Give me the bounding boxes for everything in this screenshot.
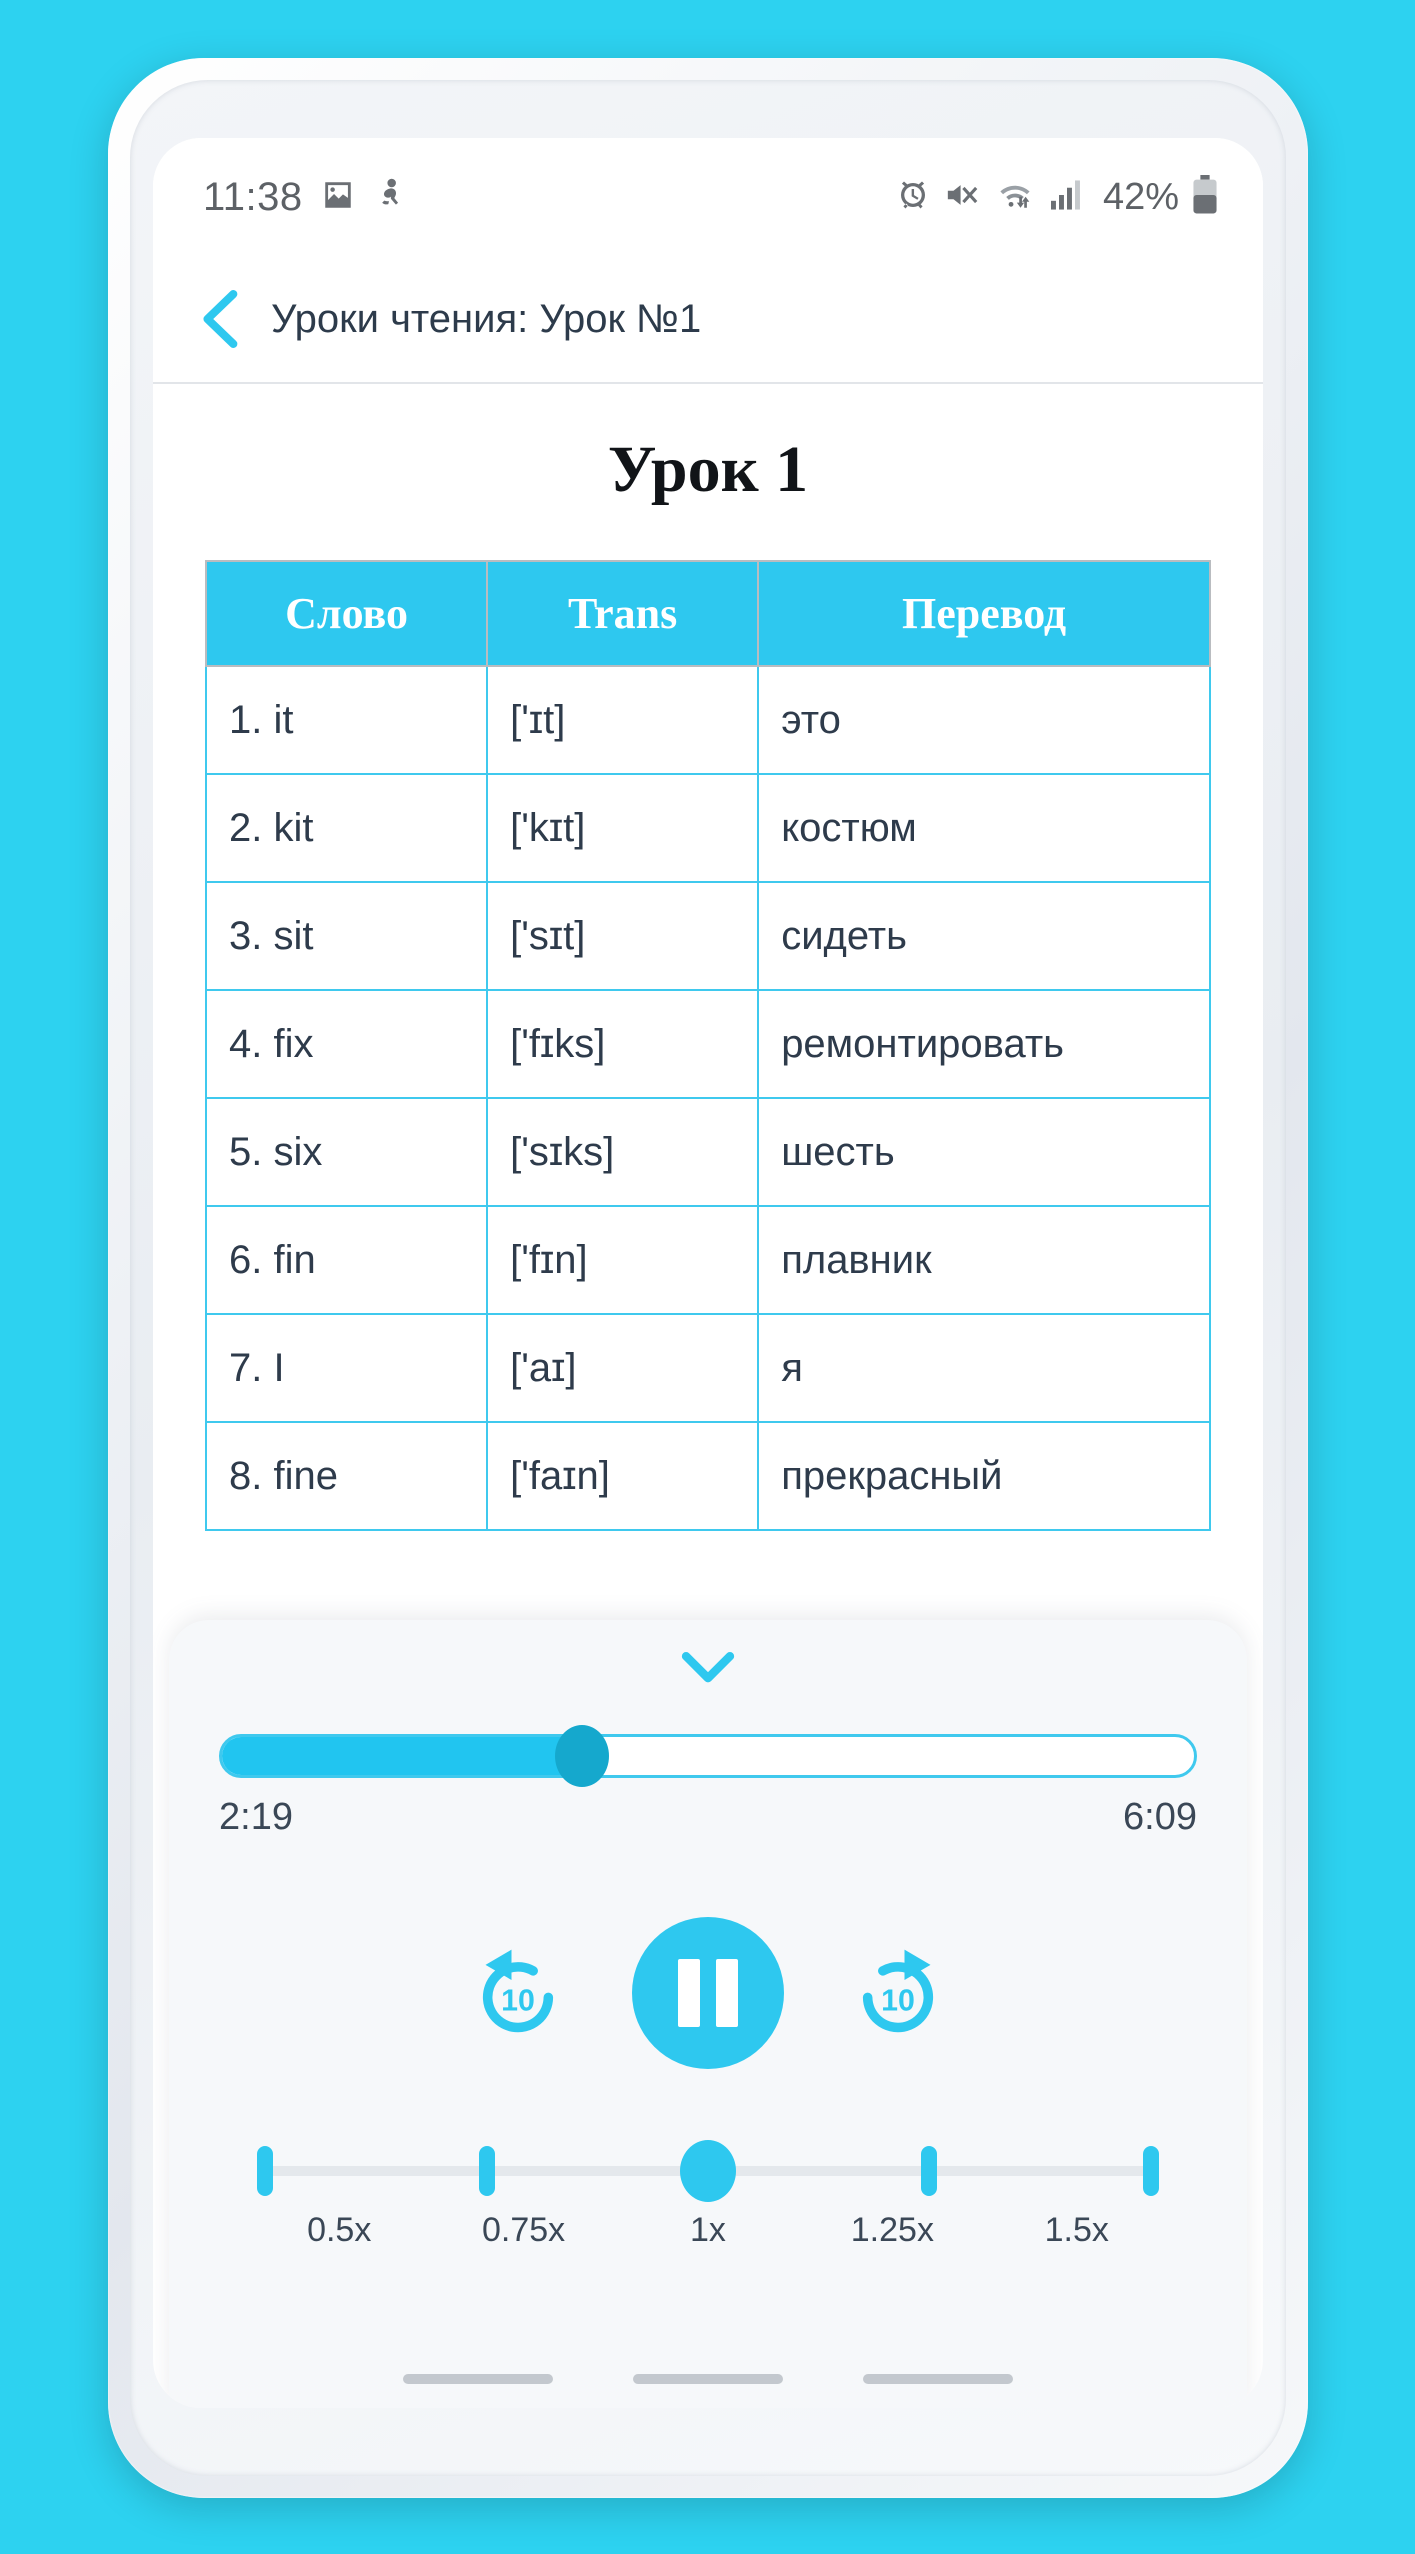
table-row[interactable]: 8. fine ['faɪn] прекрасный — [204, 1421, 1211, 1531]
system-navigation-bar — [169, 2374, 1247, 2384]
play-pause-button[interactable] — [632, 1917, 784, 2069]
cell-translation: ремонтировать — [757, 989, 1211, 1099]
speed-option-0[interactable]: 0.5x — [247, 2211, 431, 2250]
audio-player-sheet: 2:19 6:09 10 10 0.5x 0.75x 1x 1.25x 1.5x — [169, 1620, 1247, 2408]
running-person-icon — [373, 177, 405, 218]
cell-trans: ['kɪt] — [486, 773, 760, 883]
speed-tick-1.5x[interactable] — [1142, 2146, 1159, 2196]
wifi-icon — [993, 178, 1037, 217]
replay-seconds-label: 10 — [501, 1984, 535, 2017]
cell-translation: шесть — [757, 1097, 1211, 1207]
cell-trans: ['faɪn] — [486, 1421, 760, 1531]
speed-knob[interactable] — [680, 2140, 736, 2202]
column-header-translation: Перевод — [757, 560, 1211, 667]
forward-10-icon[interactable]: 10 — [846, 1941, 950, 2045]
nav-recents-button[interactable] — [403, 2374, 553, 2384]
speed-tick-1.25x[interactable] — [921, 2146, 938, 2196]
chevron-left-icon[interactable] — [195, 288, 241, 350]
alarm-icon — [895, 177, 931, 218]
lesson-heading: Урок 1 — [607, 433, 809, 506]
cell-word: 1. it — [204, 665, 489, 775]
speed-option-4[interactable]: 1.5x — [985, 2211, 1169, 2250]
phone-screen: 11:38 42% Уроки чтения: Урок №1 Урок 1 С… — [153, 138, 1263, 2408]
progress-fill — [222, 1737, 582, 1775]
collapse-handle[interactable] — [219, 1620, 1197, 1716]
table-row[interactable]: 1. it ['ɪt] это — [204, 665, 1211, 775]
table-row[interactable]: 3. sit ['sɪt] сидеть — [204, 881, 1211, 991]
time-row: 2:19 6:09 — [219, 1796, 1197, 1839]
cell-translation: костюм — [757, 773, 1211, 883]
battery-icon — [1191, 174, 1219, 220]
replay-10-icon[interactable]: 10 — [466, 1941, 570, 2045]
speed-tick-0.75x[interactable] — [478, 2146, 495, 2196]
speed-control: 0.5x 0.75x 1x 1.25x 1.5x — [219, 2140, 1197, 2250]
cell-word: 2. kit — [204, 773, 489, 883]
cell-trans: ['sɪks] — [486, 1097, 760, 1207]
word-table-body: 1. it ['ɪt] это 2. kit ['kɪt] костюм 3. … — [204, 665, 1211, 1531]
speed-tick-0.5x[interactable] — [257, 2146, 274, 2196]
cell-translation: это — [757, 665, 1211, 775]
chevron-down-icon[interactable] — [681, 1651, 735, 1685]
phone-frame: 11:38 42% Уроки чтения: Урок №1 Урок 1 С… — [108, 58, 1308, 2498]
speed-slider[interactable] — [247, 2140, 1169, 2202]
pause-bar-left — [678, 1959, 700, 2027]
cell-word: 8. fine — [204, 1421, 489, 1531]
table-header-row: Слово Trans Перевод — [204, 560, 1211, 667]
speed-option-3[interactable]: 1.25x — [800, 2211, 984, 2250]
cell-trans: ['fɪn] — [486, 1205, 760, 1315]
cell-trans: ['ɪt] — [486, 665, 760, 775]
nav-back-button[interactable] — [863, 2374, 1013, 2384]
cell-translation: прекрасный — [757, 1421, 1211, 1531]
table-row[interactable]: 5. six ['sɪks] шесть — [204, 1097, 1211, 1207]
status-bar-right: 42% — [895, 174, 1219, 220]
cell-word: 3. sit — [204, 881, 489, 991]
status-bar-left: 11:38 — [203, 175, 405, 220]
playback-controls: 10 10 — [219, 1917, 1197, 2069]
image-icon — [321, 178, 355, 217]
progress-slider[interactable] — [219, 1725, 1197, 1787]
cell-translation: плавник — [757, 1205, 1211, 1315]
table-row[interactable]: 2. kit ['kɪt] костюм — [204, 773, 1211, 883]
signal-icon — [1049, 179, 1085, 216]
word-table-container: Слово Trans Перевод 1. it ['ɪt] это 2. k… — [153, 560, 1263, 1531]
cell-word: 6. fin — [204, 1205, 489, 1315]
cell-word: 4. fix — [204, 989, 489, 1099]
cell-translation: я — [757, 1313, 1211, 1423]
mute-icon — [943, 178, 981, 217]
progress-knob[interactable] — [554, 1725, 609, 1787]
cell-translation: сидеть — [757, 881, 1211, 991]
status-time: 11:38 — [203, 174, 303, 219]
column-header-transcription: Trans — [486, 560, 760, 667]
table-row[interactable]: 6. fin ['fɪn] плавник — [204, 1205, 1211, 1315]
total-time: 6:09 — [1123, 1796, 1197, 1838]
progress-section: 2:19 6:09 — [219, 1716, 1197, 1839]
nav-home-button[interactable] — [633, 2374, 783, 2384]
current-time: 2:19 — [219, 1796, 293, 1838]
column-header-word: Слово — [204, 560, 489, 667]
cell-word: 5. six — [204, 1097, 489, 1207]
table-row[interactable]: 4. fix ['fɪks] ремонтировать — [204, 989, 1211, 1099]
table-row[interactable]: 7. I ['aɪ] я — [204, 1313, 1211, 1423]
speed-option-1[interactable]: 0.75x — [431, 2211, 615, 2250]
app-header: Уроки чтения: Урок №1 — [153, 256, 1263, 384]
speed-option-2[interactable]: 1x — [616, 2211, 800, 2250]
cell-trans: ['sɪt] — [486, 881, 760, 991]
page-title: Уроки чтения: Урок №1 — [271, 296, 702, 341]
cell-trans: ['fɪks] — [486, 989, 760, 1099]
speed-labels: 0.5x 0.75x 1x 1.25x 1.5x — [247, 2211, 1169, 2250]
pause-bar-right — [716, 1959, 738, 2027]
forward-seconds-label: 10 — [881, 1984, 915, 2017]
cell-trans: ['aɪ] — [486, 1313, 760, 1423]
status-bar: 11:38 42% — [153, 138, 1263, 256]
cell-word: 7. I — [204, 1313, 489, 1423]
word-table: Слово Trans Перевод 1. it ['ɪt] это 2. k… — [204, 560, 1211, 1531]
battery-percent: 42% — [1102, 175, 1179, 218]
